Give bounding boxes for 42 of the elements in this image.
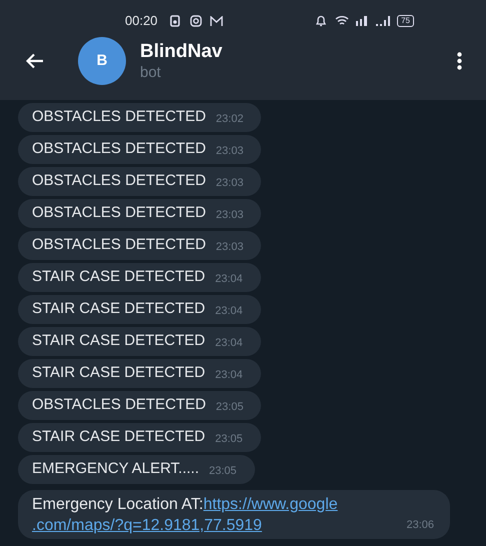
message-time: 23:03 — [216, 176, 244, 191]
message-text: OBSTACLES DETECTED — [32, 171, 206, 192]
message-text: OBSTACLES DETECTED — [32, 139, 206, 160]
message-time: 23:03 — [216, 144, 244, 159]
message-text: STAIR CASE DETECTED — [32, 363, 206, 384]
more-icon — [456, 52, 462, 70]
signal-icon — [355, 15, 370, 27]
map-link[interactable]: https://www.google — [203, 494, 338, 515]
notification-icon — [170, 15, 180, 27]
message-text: STAIR CASE DETECTED — [32, 331, 206, 352]
message-time: 23:06 — [406, 518, 434, 533]
signal-bars-icon — [375, 16, 392, 26]
chat-subtitle: bot — [140, 64, 162, 82]
message-time: 23:04 — [215, 368, 243, 383]
message-time: 23:05 — [216, 400, 244, 415]
clock: 00:20 — [125, 12, 158, 30]
message-time: 23:05 — [209, 464, 237, 479]
message-time: 23:04 — [215, 272, 243, 287]
message-text: STAIR CASE DETECTED — [32, 427, 206, 448]
mail-icon — [210, 16, 223, 26]
message-text: EMERGENCY ALERT..... — [32, 459, 199, 480]
message-text: OBSTACLES DETECTED — [32, 107, 206, 128]
map-link[interactable]: .com/maps/?q=12.9181,77.5919 — [32, 515, 262, 536]
battery-indicator: 75 — [397, 15, 414, 27]
wifi-icon — [335, 15, 350, 27]
message-text: OBSTACLES DETECTED — [32, 395, 206, 416]
message-time: 23:05 — [215, 432, 243, 447]
message-text: OBSTACLES DETECTED — [32, 203, 206, 224]
camera-icon — [190, 15, 202, 27]
message-time: 23:04 — [215, 336, 243, 351]
message-time: 23:04 — [215, 304, 243, 319]
message-text: STAIR CASE DETECTED — [32, 299, 206, 320]
bell-icon — [315, 15, 328, 27]
back-arrow-icon — [26, 53, 44, 69]
message-time: 23:02 — [216, 112, 244, 127]
chat-title: BlindNav — [140, 40, 222, 64]
message-text: OBSTACLES DETECTED — [32, 235, 206, 256]
avatar[interactable]: B — [78, 37, 126, 85]
message-time: 23:03 — [216, 208, 244, 223]
message-text: Emergency Location AT: — [32, 495, 204, 515]
message-time: 23:03 — [216, 240, 244, 255]
message-text: STAIR CASE DETECTED — [32, 267, 206, 288]
